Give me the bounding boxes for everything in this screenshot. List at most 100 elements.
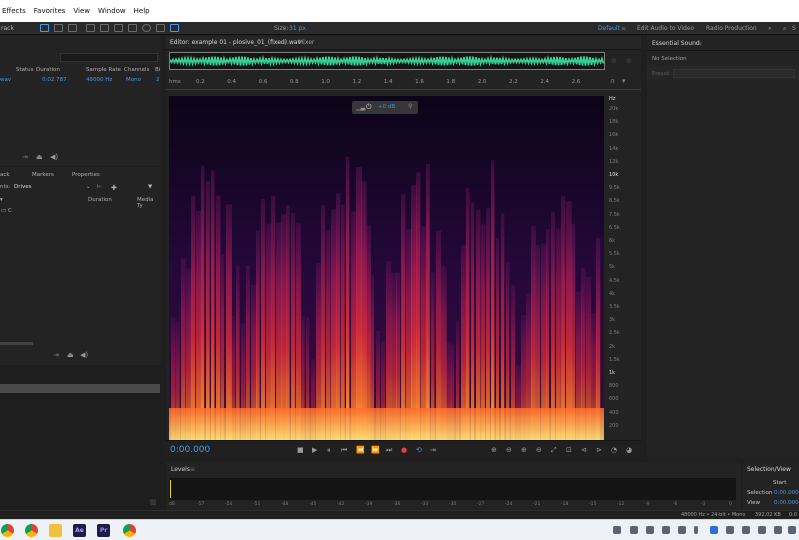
search-icon[interactable]: ⌕: [783, 25, 786, 33]
media-insert-icon[interactable]: ⇥: [53, 351, 59, 359]
shortcut-icon[interactable]: ⊢: [97, 184, 102, 190]
essential-sound-title[interactable]: Essential Sound: [652, 40, 700, 47]
history-selected-row[interactable]: [0, 384, 160, 393]
go-to-start-button[interactable]: ⏮: [341, 446, 347, 455]
menu-view[interactable]: View: [73, 7, 90, 15]
zoom-in-playhead-button[interactable]: ◔: [611, 446, 617, 454]
workspace-radio-production[interactable]: Radio Production: [706, 25, 757, 32]
tray-app-4-icon[interactable]: [678, 526, 686, 534]
go-to-end-button[interactable]: ⏭: [386, 446, 392, 455]
zoom-out-amplitude-button[interactable]: ⊖: [506, 446, 512, 454]
snap-icon[interactable]: ∩: [610, 77, 615, 85]
col-name-sort-icon[interactable]: ▾: [0, 197, 3, 203]
microphone-icon[interactable]: [694, 526, 698, 534]
hud-knob-icon[interactable]: ⏻: [366, 103, 372, 112]
skip-button[interactable]: ⇥: [430, 446, 436, 454]
wifi-icon[interactable]: [774, 526, 782, 534]
time-selection-icon[interactable]: [114, 24, 123, 32]
tray-network-icon[interactable]: [630, 526, 638, 534]
razor-tool-icon[interactable]: [100, 24, 109, 32]
menu-help[interactable]: Help: [134, 7, 150, 15]
media-import-icon[interactable]: ⏏: [67, 351, 74, 359]
waveform-overview[interactable]: [169, 52, 605, 70]
zoom-out-time-button[interactable]: ⊖: [536, 446, 542, 454]
zoom-in-time-button[interactable]: ⊕: [521, 446, 527, 454]
essential-sound-menu-icon[interactable]: ≡: [697, 40, 702, 47]
bluetooth-icon[interactable]: [710, 526, 718, 534]
move-tool-icon[interactable]: [86, 24, 95, 32]
frequency-view-icon[interactable]: [68, 24, 77, 32]
after-effects-icon[interactable]: Ae: [73, 524, 86, 537]
menu-favorites[interactable]: Favorites: [34, 7, 66, 15]
tray-app-7-icon[interactable]: [758, 526, 766, 534]
col-sample-rate[interactable]: Sample Rate: [86, 67, 121, 73]
file-row[interactable]: wav 0:02.787 48000 Hz Mono 2: [0, 76, 161, 85]
tab-properties[interactable]: Properties: [72, 172, 100, 178]
time-ruler[interactable]: hms 0.2 0.4 0.6 0.8 1.0 1.2 1.4 1.6 1.8 2.0 2.2 2.4 2…: [166, 76, 641, 90]
tray-app-2-icon[interactable]: [646, 526, 654, 534]
col-status[interactable]: Status: [16, 67, 34, 73]
media-scrollbar[interactable]: [0, 342, 33, 345]
loop-button[interactable]: ⟲: [416, 446, 422, 454]
preset-select[interactable]: [673, 69, 795, 78]
waveform-view-icon[interactable]: [40, 24, 49, 32]
spot-healing-icon[interactable]: [170, 24, 179, 32]
brush-size-value[interactable]: 31 px: [289, 25, 306, 32]
more-workspaces-icon[interactable]: »: [768, 25, 772, 32]
menu-effects[interactable]: Effects: [2, 7, 26, 15]
fast-forward-button[interactable]: ⏩: [371, 446, 380, 454]
zoom-in-amplitude-button[interactable]: ⊕: [491, 446, 497, 454]
zoom-full-button[interactable]: ⤢: [551, 446, 557, 455]
brush-tool-icon[interactable]: [156, 24, 165, 32]
tray-app-3-icon[interactable]: [662, 526, 670, 534]
workspace-default[interactable]: Default: [598, 25, 620, 32]
search-help-label[interactable]: S: [792, 25, 796, 32]
record-button[interactable]: ●: [401, 446, 407, 454]
files-search-input[interactable]: [60, 53, 158, 62]
chrome-icon[interactable]: [1, 524, 14, 537]
zoom-right-button[interactable]: ⊳: [596, 446, 602, 454]
levels-title[interactable]: Levels: [171, 466, 190, 473]
tray-app-6-icon[interactable]: [742, 526, 750, 534]
levels-menu-icon[interactable]: ≡: [190, 466, 195, 473]
filter-icon[interactable]: ▼: [148, 184, 152, 190]
tray-app-icon[interactable]: [613, 526, 621, 534]
hud-pin-icon[interactable]: ⚲: [408, 103, 412, 110]
tab-media-browser[interactable]: ack: [0, 172, 10, 178]
pause-button[interactable]: ⏸: [327, 446, 331, 455]
files-insert-icon[interactable]: ⇥: [22, 153, 28, 161]
media-autoplay-icon[interactable]: ◀): [80, 351, 88, 359]
tray-app-5-icon[interactable]: [726, 526, 734, 534]
hud-gain-value[interactable]: +0 dB: [378, 104, 395, 110]
zoom-selection-button[interactable]: ⊡: [566, 446, 572, 454]
zoom-left-button[interactable]: ⊲: [581, 446, 587, 454]
view-start-value[interactable]: 0:00.000: [774, 500, 799, 506]
workspace-edit-audio-video[interactable]: Edit Audio to Video: [637, 25, 694, 32]
files-import-icon[interactable]: ⏏: [36, 153, 43, 161]
zoom-out-amplitude-icon[interactable]: ◎: [626, 57, 631, 64]
workspace-menu-icon[interactable]: ≡: [621, 25, 626, 32]
contents-select[interactable]: Drives: [14, 184, 32, 190]
stop-button[interactable]: ■: [297, 446, 304, 454]
col-bits[interactable]: Bi: [155, 67, 160, 73]
file-explorer-icon[interactable]: [49, 524, 62, 537]
premiere-pro-icon[interactable]: Pr: [97, 524, 110, 537]
editor-menu-icon[interactable]: ≡: [282, 39, 287, 46]
chrome-profile-icon[interactable]: [25, 524, 38, 537]
tab-markers[interactable]: Markers: [32, 172, 54, 178]
volume-icon[interactable]: [788, 526, 796, 534]
files-autoplay-icon[interactable]: ◀): [50, 153, 58, 161]
spectral-display[interactable]: [169, 96, 604, 440]
lasso-tool-icon[interactable]: [142, 24, 151, 32]
chrome-2-icon[interactable]: [123, 524, 136, 537]
menu-window[interactable]: Window: [98, 7, 126, 15]
zoom-out-playhead-button[interactable]: ◕: [626, 446, 632, 454]
selection-view-title[interactable]: Selection/View: [747, 466, 791, 473]
selection-start-value[interactable]: 0:00.000: [774, 490, 799, 496]
history-delete-icon[interactable]: ▥: [150, 498, 157, 506]
col-media-duration[interactable]: Duration: [88, 197, 112, 203]
zoom-in-amplitude-icon[interactable]: ◎: [611, 57, 616, 64]
play-button[interactable]: ▶: [312, 446, 317, 454]
metronome-icon[interactable]: ▾: [622, 77, 626, 85]
tab-mixer[interactable]: Mixer: [298, 39, 314, 46]
